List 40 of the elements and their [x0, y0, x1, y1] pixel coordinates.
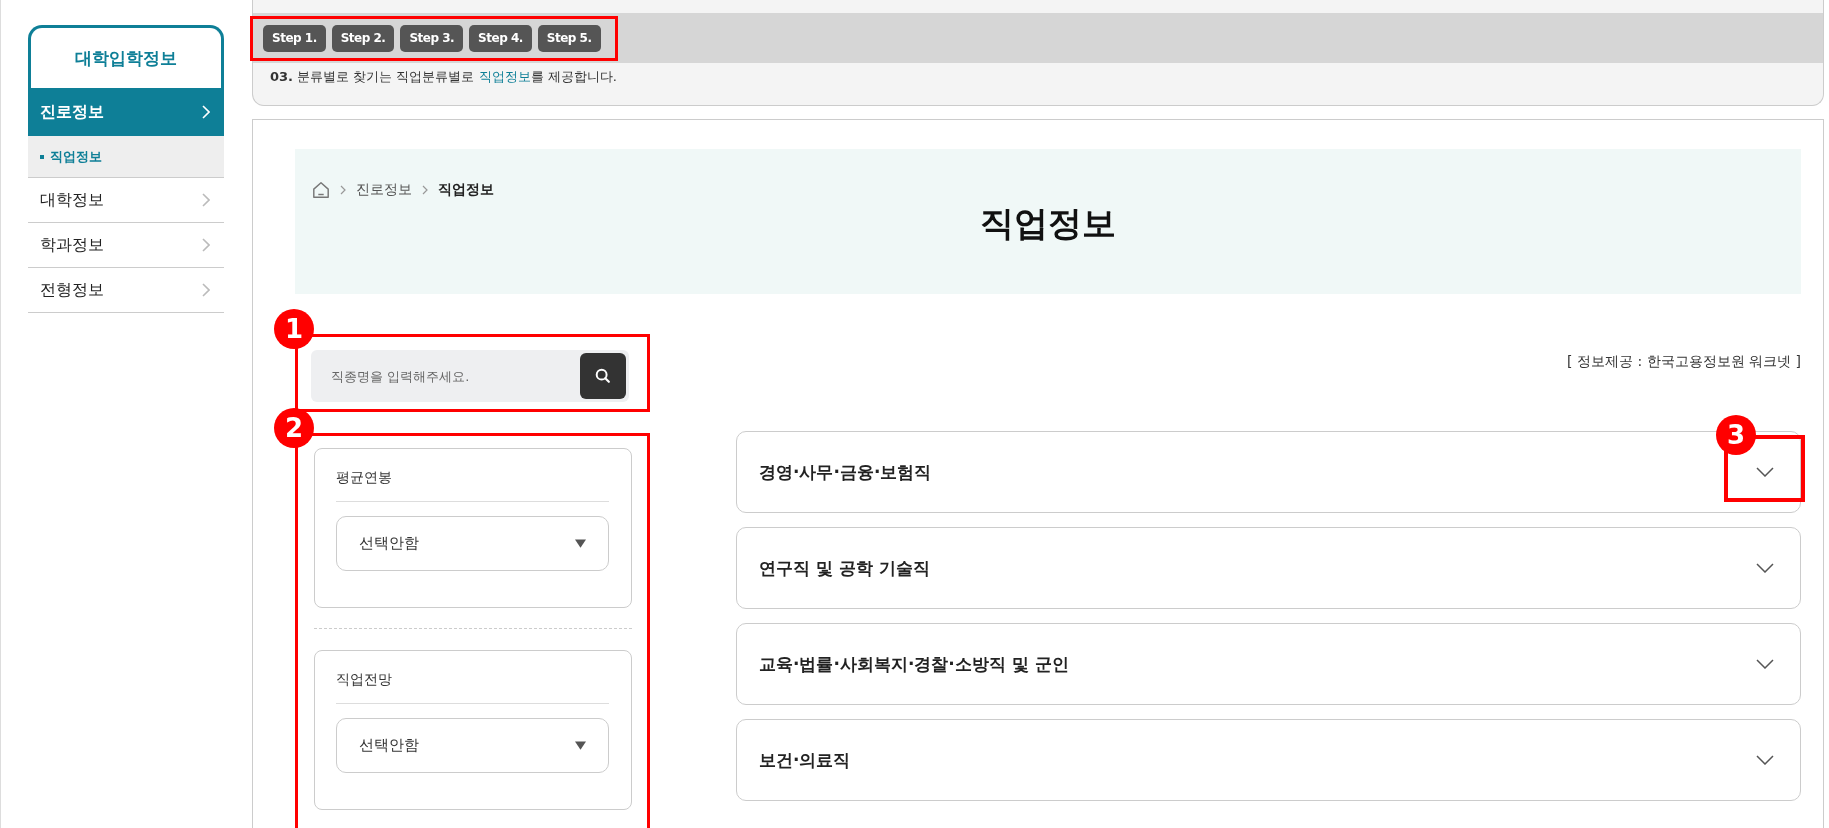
breadcrumb-link[interactable]: 진로정보 [356, 181, 412, 199]
search-button[interactable] [580, 353, 626, 399]
chevron-down-icon [1756, 467, 1774, 477]
dropdown-arrow-icon [575, 741, 586, 750]
sidebar-item[interactable]: 대학정보 [28, 178, 224, 223]
accordion-item[interactable]: 보건·의료직 [736, 719, 1801, 801]
page-title: 직업정보 [979, 202, 1117, 245]
step-button[interactable]: Step 4. [469, 24, 532, 52]
sidebar-item[interactable]: 학과정보 [28, 223, 224, 268]
chevron-down-icon [1756, 755, 1774, 765]
accordion-item[interactable]: 교육·법률·사회복지·경찰·소방직 및 군인 [736, 623, 1801, 705]
chevron-down-icon [1756, 563, 1774, 573]
callout-badge: 1 [274, 309, 314, 349]
sidebar-item[interactable]: 전형정보 [28, 268, 224, 313]
guide-note: 03. 분류별로 찾기는 직업분류별로 직업정보를 제공합니다. [270, 68, 618, 86]
chevron-right-icon [340, 185, 346, 195]
step-button[interactable]: Step 1. [263, 24, 326, 52]
dropdown[interactable]: 선택안함 [336, 516, 609, 571]
step-button[interactable]: Step 3. [400, 24, 464, 52]
callout-badge: 2 [274, 408, 314, 448]
dropdown-arrow-icon [575, 539, 586, 548]
dropdown[interactable]: 선택안함 [336, 718, 609, 773]
chevron-right-icon [202, 105, 210, 119]
chevron-right-icon [202, 283, 210, 297]
step-button[interactable]: Step 5. [537, 24, 601, 52]
filter-label: 직업전망 [336, 671, 393, 689]
search-icon [594, 367, 612, 385]
sidebar-item[interactable]: 진로정보 [28, 88, 224, 136]
sidebar-subitem[interactable]: 직업정보 [28, 136, 224, 177]
filter-label: 평균연봉 [336, 469, 393, 487]
source-note: [ 정보제공 : 한국고용정보원 워크넷 ] [1566, 353, 1801, 371]
chevron-right-icon [202, 193, 210, 207]
chevron-right-icon [422, 185, 428, 195]
callout-badge: 3 [1716, 415, 1756, 455]
chevron-right-icon [202, 238, 210, 252]
accordion-item[interactable]: 연구직 및 공학 기술직 [736, 527, 1801, 609]
chevron-down-icon [1756, 659, 1774, 669]
breadcrumb-link[interactable]: 직업정보 [438, 181, 494, 199]
step-button[interactable]: Step 2. [331, 24, 395, 52]
home-icon[interactable] [312, 181, 330, 199]
